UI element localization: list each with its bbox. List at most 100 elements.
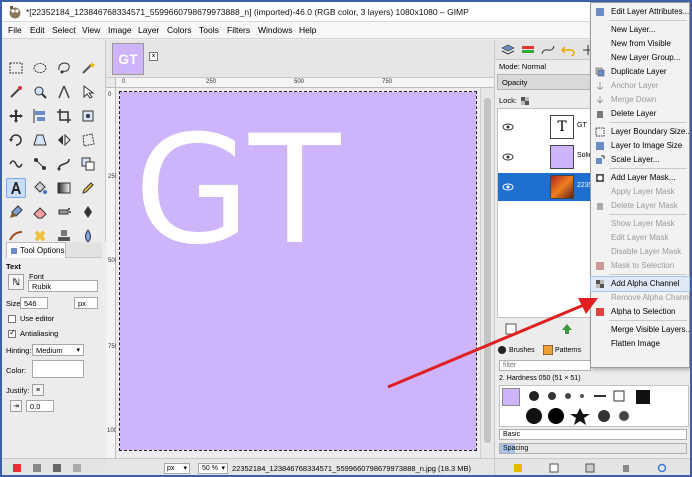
warp-tool[interactable] xyxy=(6,154,26,174)
pencil-tool[interactable] xyxy=(78,178,98,198)
rotate-tool[interactable] xyxy=(6,130,26,150)
eye-icon[interactable] xyxy=(502,182,514,192)
menu-item-edit-layer-attributes[interactable]: Edit Layer Attributes... xyxy=(591,5,689,19)
brush-preset-select[interactable]: Basic xyxy=(499,429,687,440)
menu-item-layer-to-image-size[interactable]: Layer to Image Size xyxy=(591,139,689,153)
save-options-icon[interactable] xyxy=(12,463,22,473)
tab-patterns[interactable]: Patterns xyxy=(543,342,589,358)
handle-transform-tool[interactable] xyxy=(30,154,50,174)
brush-preview[interactable] xyxy=(502,388,520,406)
restore-options-icon[interactable] xyxy=(32,463,42,473)
spacing-slider[interactable]: Spacing xyxy=(499,443,687,454)
menu-windows[interactable]: Windows xyxy=(258,25,292,35)
hinting-select[interactable]: Medium ▾ xyxy=(32,344,84,356)
menu-layer[interactable]: Layer xyxy=(138,25,159,35)
menu-item-duplicate-layer[interactable]: Duplicate Layer xyxy=(591,65,689,79)
paths-tool[interactable] xyxy=(54,154,74,174)
menu-item-add-layer-mask[interactable]: Add Layer Mask... xyxy=(591,171,689,185)
seamless-clone-tool[interactable] xyxy=(78,154,98,174)
antialiasing-checkbox[interactable] xyxy=(8,328,16,338)
duplicate-brush-icon[interactable] xyxy=(585,463,595,473)
tab-brushes[interactable]: Brushes xyxy=(497,342,541,358)
fuzzy-select-tool[interactable] xyxy=(78,58,98,78)
raise-layer-icon[interactable] xyxy=(561,323,573,335)
justify-left-button[interactable]: ≡ xyxy=(32,384,44,396)
menu-select[interactable]: Select xyxy=(52,25,76,35)
font-chooser-button[interactable]: ℕ xyxy=(8,274,24,290)
layer-mode[interactable]: Mode: Normal xyxy=(499,62,546,71)
indent-input[interactable]: 0.0 xyxy=(26,400,54,412)
paintbrush-tool[interactable] xyxy=(6,202,26,222)
zoom-select[interactable]: 50 % ▾ xyxy=(198,463,228,474)
font-input[interactable]: Rubik xyxy=(28,280,98,292)
text-color-button[interactable] xyxy=(32,360,84,378)
new-brush-icon[interactable] xyxy=(549,463,559,473)
size-input[interactable]: 546 xyxy=(20,297,48,309)
tab-paths[interactable] xyxy=(539,42,557,58)
cage-tool[interactable] xyxy=(78,130,98,150)
perspective-tool[interactable] xyxy=(30,130,50,150)
free-select-tool[interactable] xyxy=(54,58,74,78)
text-pointer-tool[interactable] xyxy=(78,82,98,102)
menu-item-delete-layer[interactable]: Delete Layer xyxy=(591,107,689,121)
menu-item-flatten-image[interactable]: Flatten Image xyxy=(591,337,689,351)
flip-tool[interactable] xyxy=(54,130,74,150)
tab-layers[interactable] xyxy=(499,42,517,58)
close-icon[interactable]: × xyxy=(149,52,158,61)
delete-options-icon[interactable] xyxy=(52,463,62,473)
zoom-tool[interactable] xyxy=(30,82,50,102)
canvas-area[interactable]: GT xyxy=(116,88,480,458)
tab-undo-history[interactable] xyxy=(559,42,577,58)
menu-colors[interactable]: Colors xyxy=(167,25,192,35)
layers-list[interactable]: T GT Solid 2235 xyxy=(497,108,593,318)
layer-row[interactable]: Solid xyxy=(498,143,593,171)
move-tool[interactable] xyxy=(6,106,26,126)
measure-tool[interactable] xyxy=(54,82,74,102)
menu-filters[interactable]: Filters xyxy=(227,25,250,35)
brush-grid[interactable] xyxy=(499,385,689,427)
menu-item-merge-visible-layers[interactable]: Merge Visible Layers... xyxy=(591,323,690,337)
menu-help[interactable]: Help xyxy=(299,25,316,35)
bucket-fill-tool[interactable] xyxy=(30,178,50,198)
image-tab-thumbnail[interactable]: GT xyxy=(112,43,144,75)
rect-select-tool[interactable] xyxy=(6,58,26,78)
use-editor-checkbox[interactable] xyxy=(8,315,16,323)
brush-filter-input[interactable]: filter xyxy=(499,360,591,371)
menu-item-new-layer[interactable]: New Layer... xyxy=(591,23,689,37)
brush-thumbnails[interactable] xyxy=(524,388,688,426)
size-unit-select[interactable]: px xyxy=(74,297,98,309)
gradient-tool[interactable] xyxy=(54,178,74,198)
align-tool[interactable] xyxy=(30,106,50,126)
new-layer-icon[interactable] xyxy=(505,323,517,335)
tab-channels[interactable] xyxy=(519,42,537,58)
lock-pixels-icon[interactable] xyxy=(520,96,529,105)
unit-select[interactable]: px ▾ xyxy=(164,463,190,474)
refresh-brush-icon[interactable] xyxy=(657,463,667,473)
menu-file[interactable]: File xyxy=(8,25,22,35)
vertical-scrollbar[interactable] xyxy=(480,88,494,458)
select-by-color-tool[interactable] xyxy=(6,82,26,102)
crop-tool[interactable] xyxy=(54,106,74,126)
menu-item-new-layer-group[interactable]: New Layer Group... xyxy=(591,51,689,65)
menu-item-add-alpha-channel[interactable]: Add Alpha Channel xyxy=(590,276,690,292)
menu-image[interactable]: Image xyxy=(108,25,132,35)
delete-brush-icon[interactable] xyxy=(621,463,631,473)
ink-tool[interactable] xyxy=(78,202,98,222)
layer-row[interactable]: 2235 xyxy=(498,173,593,201)
airbrush-tool[interactable] xyxy=(54,202,74,222)
menu-view[interactable]: View xyxy=(82,25,100,35)
eye-icon[interactable] xyxy=(502,122,514,132)
unified-transform-tool[interactable] xyxy=(78,106,98,126)
ellipse-select-tool[interactable] xyxy=(30,58,50,78)
scrollbar-thumb[interactable] xyxy=(484,98,491,443)
reset-options-icon[interactable] xyxy=(72,463,82,473)
menu-item-scale-layer[interactable]: Scale Layer... xyxy=(591,153,689,167)
layer-row[interactable]: T GT xyxy=(498,113,593,141)
text-tool[interactable] xyxy=(6,178,26,198)
menu-item-new-from-visible[interactable]: New from Visible xyxy=(591,37,689,51)
image-canvas[interactable]: GT xyxy=(119,91,477,451)
eye-icon[interactable] xyxy=(502,152,514,162)
tab-tool-options[interactable]: Tool Options xyxy=(6,242,66,258)
menu-tools[interactable]: Tools xyxy=(199,25,219,35)
menu-item-layer-boundary-size[interactable]: Layer Boundary Size... xyxy=(591,125,690,139)
